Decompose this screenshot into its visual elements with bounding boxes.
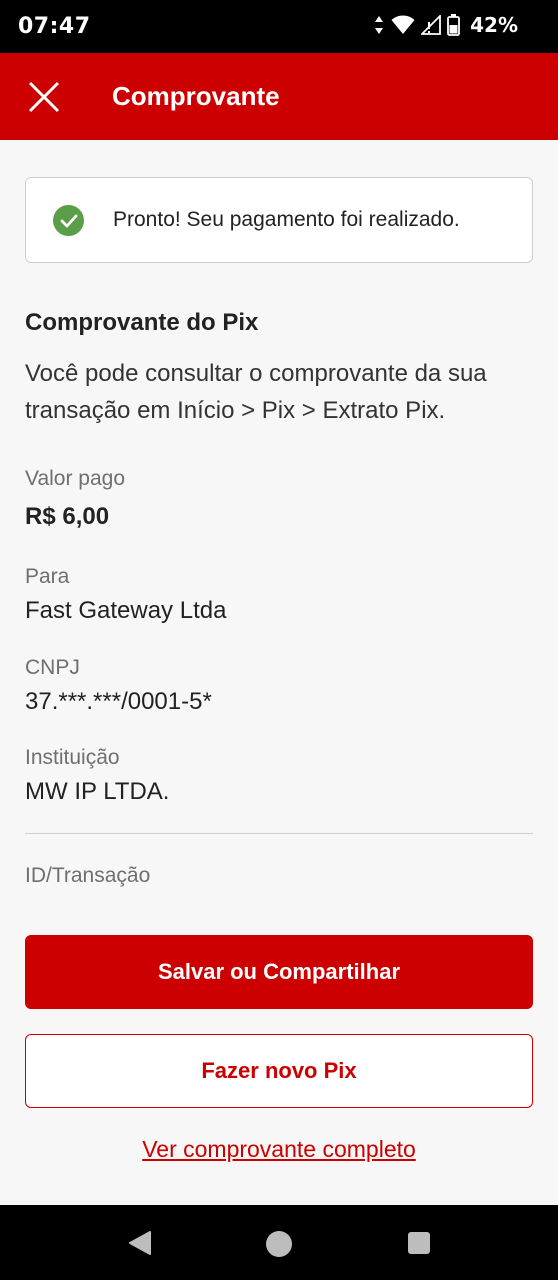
status-icons: 42% xyxy=(373,13,518,37)
status-time: 07:47 xyxy=(18,14,91,39)
back-icon xyxy=(129,1231,151,1255)
battery-icon xyxy=(447,14,461,36)
back-button[interactable] xyxy=(128,1230,152,1261)
full-receipt-link[interactable]: Ver comprovante completo xyxy=(0,1136,558,1163)
wifi-icon xyxy=(391,15,415,34)
institution-label: Instituição xyxy=(25,746,120,769)
signal-icon xyxy=(421,15,442,35)
amount-label: Valor pago xyxy=(25,467,126,490)
section-title: Comprovante do Pix xyxy=(25,309,259,336)
amount-value: R$ 6,00 xyxy=(25,503,110,530)
recipient-label: Para xyxy=(25,565,70,588)
recents-icon[interactable] xyxy=(408,1232,430,1254)
system-nav-bar xyxy=(0,1205,558,1280)
battery-percent: 42% xyxy=(470,13,518,37)
check-circle-icon xyxy=(53,205,84,236)
page-title: Comprovante xyxy=(112,81,280,111)
save-share-button[interactable]: Salvar ou Compartilhar xyxy=(25,935,533,1009)
cnpj-value: 37.***.***/0001-5* xyxy=(25,688,212,715)
transaction-id-label: ID/Transação xyxy=(25,864,151,887)
divider xyxy=(25,833,533,834)
success-alert: Pronto! Seu pagamento foi realizado. xyxy=(25,177,533,263)
home-icon[interactable] xyxy=(266,1231,292,1257)
app-header: Comprovante xyxy=(0,53,558,140)
section-description: Você pode consultar o comprovante da sua… xyxy=(25,360,487,424)
new-pix-button[interactable]: Fazer novo Pix xyxy=(25,1034,533,1108)
cnpj-label: CNPJ xyxy=(25,656,80,679)
recipient-value: Fast Gateway Ltda xyxy=(25,597,227,624)
alert-message: Pronto! Seu pagamento foi realizado. xyxy=(113,208,460,231)
data-arrows-icon xyxy=(375,16,384,34)
close-icon xyxy=(28,81,60,113)
institution-value: MW IP LTDA. xyxy=(25,778,170,805)
close-button[interactable] xyxy=(26,79,62,115)
status-bar: 07:47 42% xyxy=(0,0,558,53)
